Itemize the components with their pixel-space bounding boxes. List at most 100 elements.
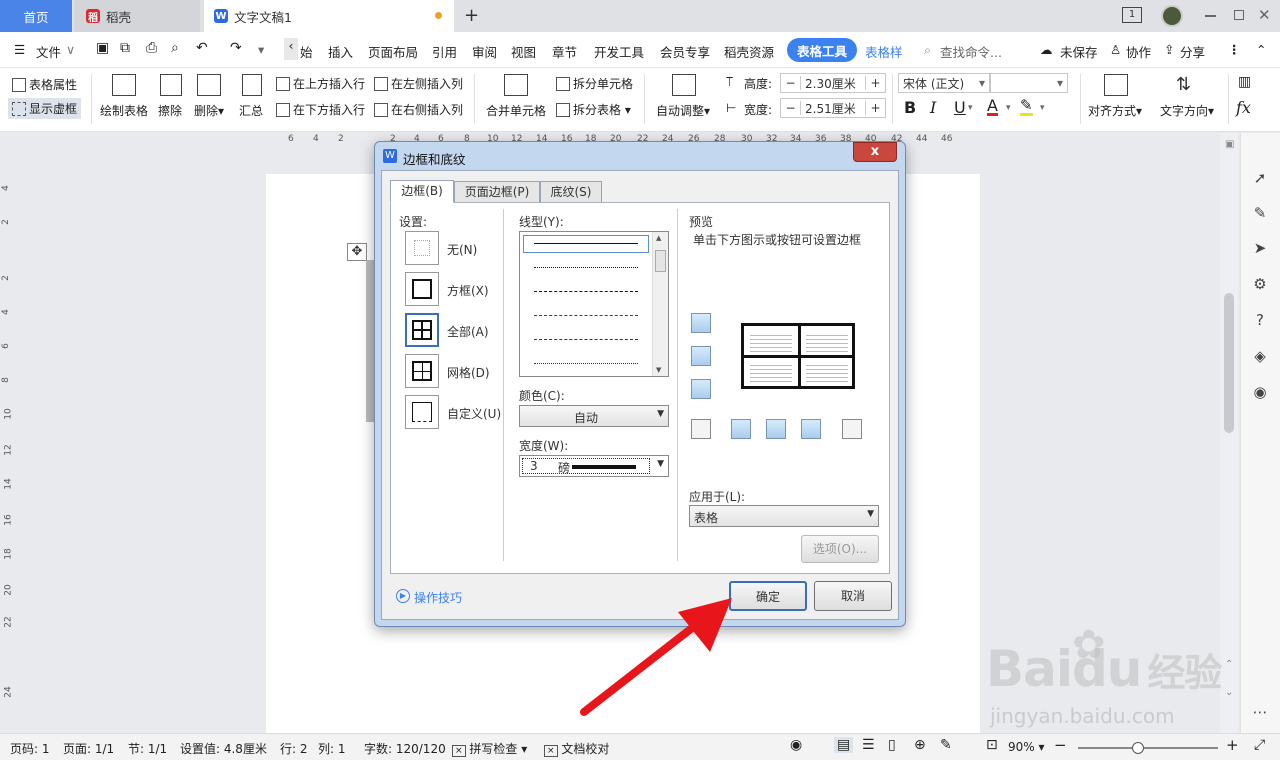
zoom-in-icon[interactable]: + (1226, 736, 1239, 754)
minimize-icon[interactable] (1205, 15, 1216, 17)
bold-icon[interactable]: B (904, 98, 916, 117)
delete-button[interactable]: 删除▾ (194, 102, 224, 119)
eye-protect-icon[interactable]: ◉ (790, 737, 802, 753)
height-decrement[interactable]: − (781, 76, 801, 90)
setting-grid-button[interactable] (405, 354, 439, 388)
preview-icon[interactable]: ⌕ (171, 40, 179, 56)
menu-layout[interactable]: 页面布局 (368, 42, 418, 61)
insert-below-button[interactable]: 在下方插入行 (276, 101, 365, 118)
tab-daoke[interactable]: 稻 稻壳 (74, 0, 200, 32)
line-style-dashed[interactable] (534, 315, 638, 316)
spell-check-button[interactable]: × 拼写检查 ▾ (452, 740, 527, 757)
tab-borders[interactable]: 边框(B) (390, 180, 454, 203)
summary-button[interactable]: 汇总 (239, 102, 263, 119)
new-tab-button[interactable]: + (464, 5, 479, 26)
menu-start[interactable]: 始 (300, 42, 313, 61)
width-value[interactable]: 2.51厘米 (801, 100, 865, 117)
share-button[interactable]: 分享 (1180, 42, 1205, 61)
setting-none-button[interactable] (405, 231, 439, 265)
scroll-up-arrow-icon[interactable]: ▲ (656, 234, 661, 242)
collab-button[interactable]: 协作 (1126, 42, 1151, 61)
fit-page-icon[interactable]: ⊡ (986, 737, 998, 753)
menu-table-style[interactable]: 表格样 (865, 42, 903, 61)
window-count-badge[interactable]: 1 (1122, 7, 1142, 23)
read-view-icon[interactable]: ▯ (888, 737, 896, 753)
line-style-scrollbar[interactable]: ▲ ▼ (652, 232, 668, 376)
search-icon[interactable]: ⌕ (924, 42, 931, 58)
chevron-down-icon[interactable]: ∨ (66, 42, 75, 57)
web-view-icon[interactable]: ⊕ (914, 737, 926, 753)
avatar[interactable] (1161, 5, 1183, 27)
zoom-slider-thumb[interactable] (1132, 742, 1144, 754)
status-section[interactable]: 节: 1/1 (128, 740, 167, 757)
border-preview[interactable] (741, 323, 855, 389)
cancel-button[interactable]: 取消 (814, 581, 892, 611)
cursor-icon[interactable]: ➤ (1251, 239, 1269, 257)
top-border-icon[interactable] (691, 313, 711, 333)
height-stepper[interactable]: − 2.30厘米 + (780, 73, 886, 93)
line-style-list[interactable]: ▲ ▼ (519, 231, 669, 377)
tab-shading[interactable]: 底纹(S) (540, 181, 602, 203)
table-properties-button[interactable]: 表格属性 (12, 76, 77, 93)
zoom-level[interactable]: 90% ▾ (1008, 740, 1045, 754)
print-icon[interactable]: ⎙ (146, 40, 157, 56)
menu-dev[interactable]: 开发工具 (594, 42, 644, 61)
menu-file[interactable]: 文件 (36, 42, 61, 61)
split-cells-button[interactable]: 拆分单元格 (556, 75, 633, 92)
line-style-selected[interactable] (523, 235, 649, 253)
menu-table-tools[interactable]: 表格工具 (787, 38, 857, 62)
width-decrement[interactable]: − (781, 101, 801, 115)
redo-icon[interactable]: ↷ (230, 40, 242, 56)
sliders-icon[interactable]: ⚙ (1251, 275, 1269, 293)
tab-document[interactable]: W 文字文稿1 (204, 0, 454, 32)
restore-icon[interactable] (1234, 10, 1244, 20)
setting-box-button[interactable] (405, 272, 439, 306)
table-calc-icon[interactable]: ▥ (1238, 74, 1251, 90)
draw-table-button[interactable]: 绘制表格 (100, 102, 148, 119)
inside-vertical-border-icon[interactable] (766, 419, 786, 439)
status-pages[interactable]: 页面: 1/1 (63, 740, 114, 757)
setting-custom-button[interactable] (405, 395, 439, 429)
status-page[interactable]: 页码: 1 (10, 740, 50, 757)
underline-icon[interactable]: U (954, 98, 966, 117)
menu-review[interactable]: 审阅 (472, 42, 497, 61)
menu-chapter[interactable]: 章节 (552, 42, 577, 61)
erase-button[interactable]: 擦除 (158, 102, 182, 119)
scroll-up-icon[interactable]: ▣ (1225, 139, 1234, 150)
font-color-dropdown-icon[interactable]: ▾ (1006, 103, 1011, 113)
show-gridlines-button[interactable]: 显示虚框 (8, 98, 82, 119)
right-border-icon[interactable] (801, 419, 821, 439)
line-width-select[interactable]: 3 磅 ▼ (519, 455, 669, 477)
scroll-thumb[interactable] (1224, 293, 1234, 433)
unsaved-status[interactable]: 未保存 (1060, 42, 1098, 61)
save-icon[interactable]: ▣ (96, 40, 109, 56)
line-style-dotted[interactable] (534, 267, 638, 268)
diagonal-down-border-icon[interactable] (691, 419, 711, 439)
apply-to-select[interactable]: 表格 ▼ (689, 505, 879, 527)
translate-icon[interactable]: ◈ (1251, 347, 1269, 365)
table-move-handle-icon[interactable]: ✥ (347, 243, 367, 261)
bottom-border-icon[interactable] (691, 379, 711, 399)
write-view-icon[interactable]: ✎ (940, 737, 952, 753)
zoom-slider[interactable] (1078, 747, 1218, 749)
line-style-dashed-short[interactable] (534, 291, 638, 292)
proofread-button[interactable]: × 文档校对 (544, 740, 609, 757)
collapse-ribbon-icon[interactable]: ⌃ (1256, 42, 1266, 57)
width-increment[interactable]: + (865, 101, 885, 115)
diagonal-up-border-icon[interactable] (842, 419, 862, 439)
more-icon[interactable]: ⋮ (1228, 42, 1241, 57)
width-stepper[interactable]: − 2.51厘米 + (780, 98, 886, 118)
menu-vip[interactable]: 会员专享 (660, 42, 710, 61)
more-dots-icon[interactable]: ⋯ (1251, 703, 1269, 721)
more-quick-icon[interactable]: ▾ (258, 42, 264, 57)
scroll-left-icon[interactable]: ‹ (284, 38, 298, 60)
dialog-close-icon[interactable]: x (853, 142, 897, 162)
insert-right-button[interactable]: 在右侧插入列 (374, 101, 463, 118)
search-command[interactable]: 查找命令... (940, 42, 1002, 61)
inside-horizontal-border-icon[interactable] (691, 346, 711, 366)
highlight-icon[interactable]: ✎ (1020, 98, 1033, 116)
pen-icon[interactable]: ✎ (1251, 204, 1269, 222)
line-style-dash-dot[interactable] (534, 339, 638, 340)
text-direction-button[interactable]: 文字方向▾ (1160, 102, 1214, 119)
font-color-icon[interactable]: A (987, 98, 998, 116)
